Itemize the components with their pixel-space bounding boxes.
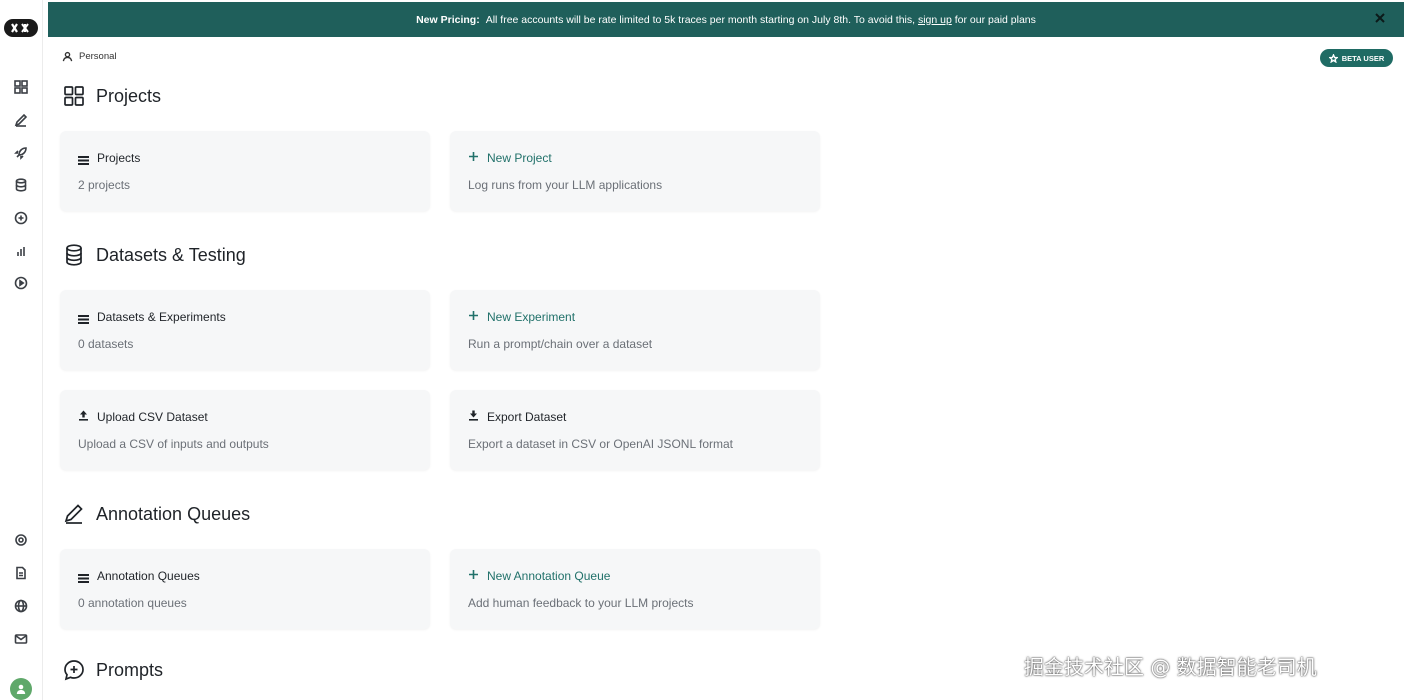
pen-icon[interactable] [12,111,30,129]
star-icon [1328,53,1338,63]
rocket-icon[interactable] [12,144,30,162]
card-title: New Experiment [487,310,576,324]
grid-icon[interactable] [12,78,30,96]
langsmith-logo[interactable] [4,19,38,37]
beta-user-badge[interactable]: BETA USER [1320,49,1393,67]
card-subtitle: 0 datasets [78,337,134,351]
chat-plus-icon [64,660,84,681]
mail-icon[interactable] [12,630,30,648]
card-title: New Annotation Queue [487,569,611,583]
upload-icon [78,410,89,424]
user-avatar[interactable] [10,678,32,700]
section-title-annotation: Annotation Queues [62,502,250,526]
plus-icon [468,151,479,165]
banner-text-before: All free accounts will be rate limited t… [485,13,918,26]
card-datasets-experiments[interactable]: Datasets & Experiments 0 datasets [60,290,430,370]
grid-icon [64,86,84,106]
card-title: Datasets & Experiments [97,310,226,324]
card-new-annotation-queue[interactable]: New Annotation Queue Add human feedback … [450,549,820,629]
card-subtitle: 2 projects [78,178,131,192]
banner-text-after: for our paid plans [951,13,1036,26]
card-title: Export Dataset [487,410,567,424]
watermark: 掘金技术社区 @ 数据智能老司机 [1024,655,1317,679]
workspace-name: Personal [79,51,117,62]
card-new-project[interactable]: New Project Log runs from your LLM appli… [450,131,820,211]
beta-label: BETA USER [1341,53,1385,63]
list-icon [78,572,89,583]
card-subtitle: Run a prompt/chain over a dataset [468,337,653,351]
list-icon [78,313,89,324]
play-plus-icon[interactable] [12,209,30,227]
section-title-text: Datasets & Testing [96,244,246,265]
card-title: Annotation Queues [97,569,200,583]
download-icon [468,410,479,424]
card-annotation-queues[interactable]: Annotation Queues 0 annotation queues [60,549,430,629]
list-icon [78,154,89,165]
bar-chart-icon[interactable] [12,242,30,260]
settings-icon[interactable] [12,531,30,549]
section-title-text: Annotation Queues [96,503,251,524]
play-circle-icon[interactable] [12,274,30,292]
card-subtitle: Log runs from your LLM applications [468,178,663,192]
plus-icon [468,569,479,583]
card-export-dataset[interactable]: Export Dataset Export a dataset in CSV o… [450,390,820,470]
card-title: New Project [487,151,552,165]
card-subtitle: Add human feedback to your LLM projects [468,596,694,610]
pen-icon [64,504,83,524]
card-subtitle: Upload a CSV of inputs and outputs [78,437,269,451]
section-title-prompts: Prompts [62,658,163,682]
section-title-text: Prompts [96,659,164,680]
card-title: Upload CSV Dataset [97,410,208,424]
card-new-experiment[interactable]: New Experiment Run a prompt/chain over a… [450,290,820,370]
user-icon [62,51,73,62]
plus-icon [468,310,479,324]
database-icon[interactable] [12,176,30,194]
pricing-banner: New Pricing: All free accounts will be r… [48,2,1404,37]
sidebar [0,0,43,700]
banner-label: New Pricing: [416,13,480,26]
section-title-text: Projects [96,85,162,106]
banner-signup-link[interactable]: sign up [918,14,952,26]
database-icon [66,244,82,266]
globe-icon[interactable] [12,597,30,615]
card-title: Projects [97,151,141,165]
card-upload-csv[interactable]: Upload CSV Dataset Upload a CSV of input… [60,390,430,470]
document-icon[interactable] [12,564,30,582]
card-subtitle: Export a dataset in CSV or OpenAI JSONL … [468,437,734,451]
card-projects[interactable]: Projects 2 projects [60,131,430,211]
section-title-datasets: Datasets & Testing [62,243,246,267]
section-title-projects: Projects [62,84,161,108]
close-icon[interactable] [1374,12,1388,26]
card-subtitle: 0 annotation queues [78,596,187,610]
workspace-selector[interactable]: Personal [62,51,117,62]
